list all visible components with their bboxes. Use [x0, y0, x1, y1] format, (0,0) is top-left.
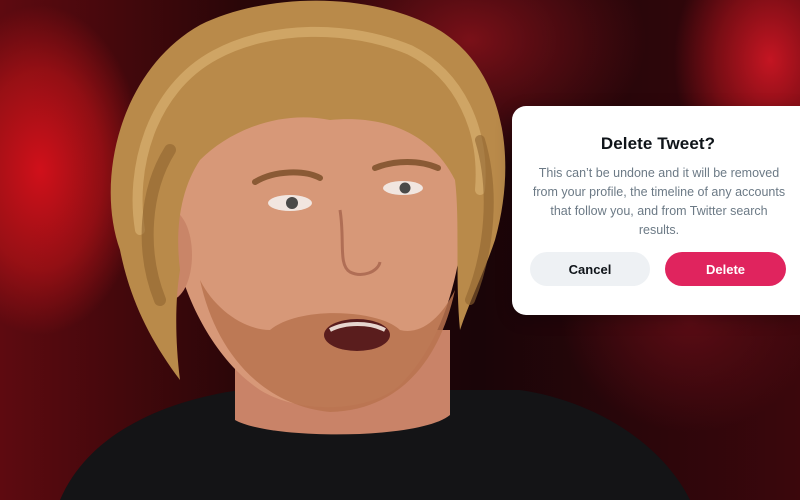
- dialog-title: Delete Tweet?: [600, 134, 716, 153]
- dialog-message: This can’t be undone and it will be remo…: [532, 166, 786, 237]
- delete-button[interactable]: Delete: [665, 252, 786, 286]
- dialog-actions: Cancel Delete: [530, 252, 786, 288]
- cancel-button[interactable]: Cancel: [530, 252, 650, 286]
- delete-tweet-dialog: Delete Tweet? This can’t be undone and i…: [512, 106, 800, 315]
